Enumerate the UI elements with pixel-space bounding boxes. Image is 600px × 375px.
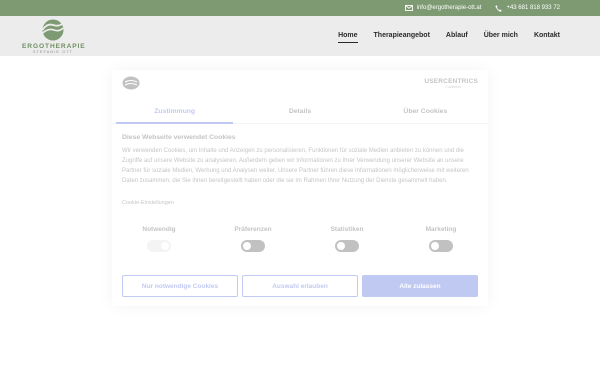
usercentrics-brand: USERCENTRICS	[424, 78, 478, 85]
necessary-only-button[interactable]: Nur notwendige Cookies	[122, 275, 238, 297]
consent-settings-link[interactable]: Cookie-Einstellungen	[122, 200, 174, 206]
main-navigation: Home Therapieangebot Ablauf Über mich Ko…	[338, 32, 560, 43]
phone-contact[interactable]: +43 681 818 933 72	[495, 4, 560, 12]
toggle-knob	[337, 242, 345, 250]
phone-icon	[495, 4, 503, 12]
logo-mark-icon	[41, 19, 65, 41]
consent-actions: Nur notwendige Cookies Auswahl erlauben …	[122, 275, 478, 297]
site-header: ERGOTHERAPIE STEFANIE OTT Home Therapiea…	[0, 16, 600, 56]
tab-details[interactable]: Details	[237, 104, 362, 123]
allow-selection-button[interactable]: Auswahl erlauben	[242, 275, 358, 297]
category-label: Marketing	[425, 226, 457, 233]
category-marketing: Marketing	[406, 226, 476, 266]
tab-zustimmung[interactable]: Zustimmung	[112, 104, 237, 124]
logo-subtitle: STEFANIE OTT	[33, 50, 73, 54]
category-praeferenzen: Präferenzen	[218, 226, 288, 266]
consent-tabs: Zustimmung Details Über Cookies	[112, 104, 488, 124]
nav-kontakt[interactable]: Kontakt	[534, 32, 560, 39]
toggle-knob	[243, 242, 251, 250]
category-label: Notwendig	[142, 226, 176, 233]
nav-ablauf[interactable]: Ablauf	[446, 32, 468, 39]
email-contact[interactable]: info@ergotherapie-ott.at	[404, 5, 482, 11]
nav-ueber-mich[interactable]: Über mich	[484, 32, 518, 39]
toggle-knob	[161, 242, 169, 250]
toggle-notwendig	[147, 240, 171, 252]
category-label: Statistiken	[330, 226, 364, 233]
email-text[interactable]: info@ergotherapie-ott.at	[417, 5, 482, 11]
toggle-marketing[interactable]	[429, 240, 453, 252]
consent-categories: Notwendig Präferenzen Statistiken Market…	[112, 226, 488, 266]
toggle-praeferenzen[interactable]	[241, 240, 265, 252]
toggle-statistiken[interactable]	[335, 240, 359, 252]
category-statistiken: Statistiken	[312, 226, 382, 266]
top-contact-bar: info@ergotherapie-ott.at +43 681 818 933…	[0, 0, 600, 16]
category-label: Präferenzen	[234, 226, 272, 233]
cookie-consent-dialog: USERCENTRICS Cookiebot Zustimmung Detail…	[112, 70, 488, 306]
site-logo[interactable]: ERGOTHERAPIE STEFANIE OTT	[22, 19, 86, 55]
envelope-icon	[404, 5, 413, 11]
toggle-knob	[431, 242, 439, 250]
category-notwendig: Notwendig	[124, 226, 194, 266]
phone-text[interactable]: +43 681 818 933 72	[506, 5, 560, 11]
allow-all-button[interactable]: Alle zulassen	[362, 275, 478, 297]
consent-title: Diese Webseite verwendet Cookies	[122, 134, 236, 141]
tab-ueber-cookies[interactable]: Über Cookies	[363, 104, 488, 123]
cookiebot-brand: Cookiebot	[445, 85, 461, 89]
cookiebot-logo-icon	[122, 76, 140, 90]
nav-therapieangebot[interactable]: Therapieangebot	[374, 32, 430, 39]
consent-text: Wir verwenden Cookies, um Inhalte und An…	[122, 148, 469, 184]
logo-name: ERGOTHERAPIE	[22, 43, 86, 50]
nav-home[interactable]: Home	[338, 32, 358, 43]
